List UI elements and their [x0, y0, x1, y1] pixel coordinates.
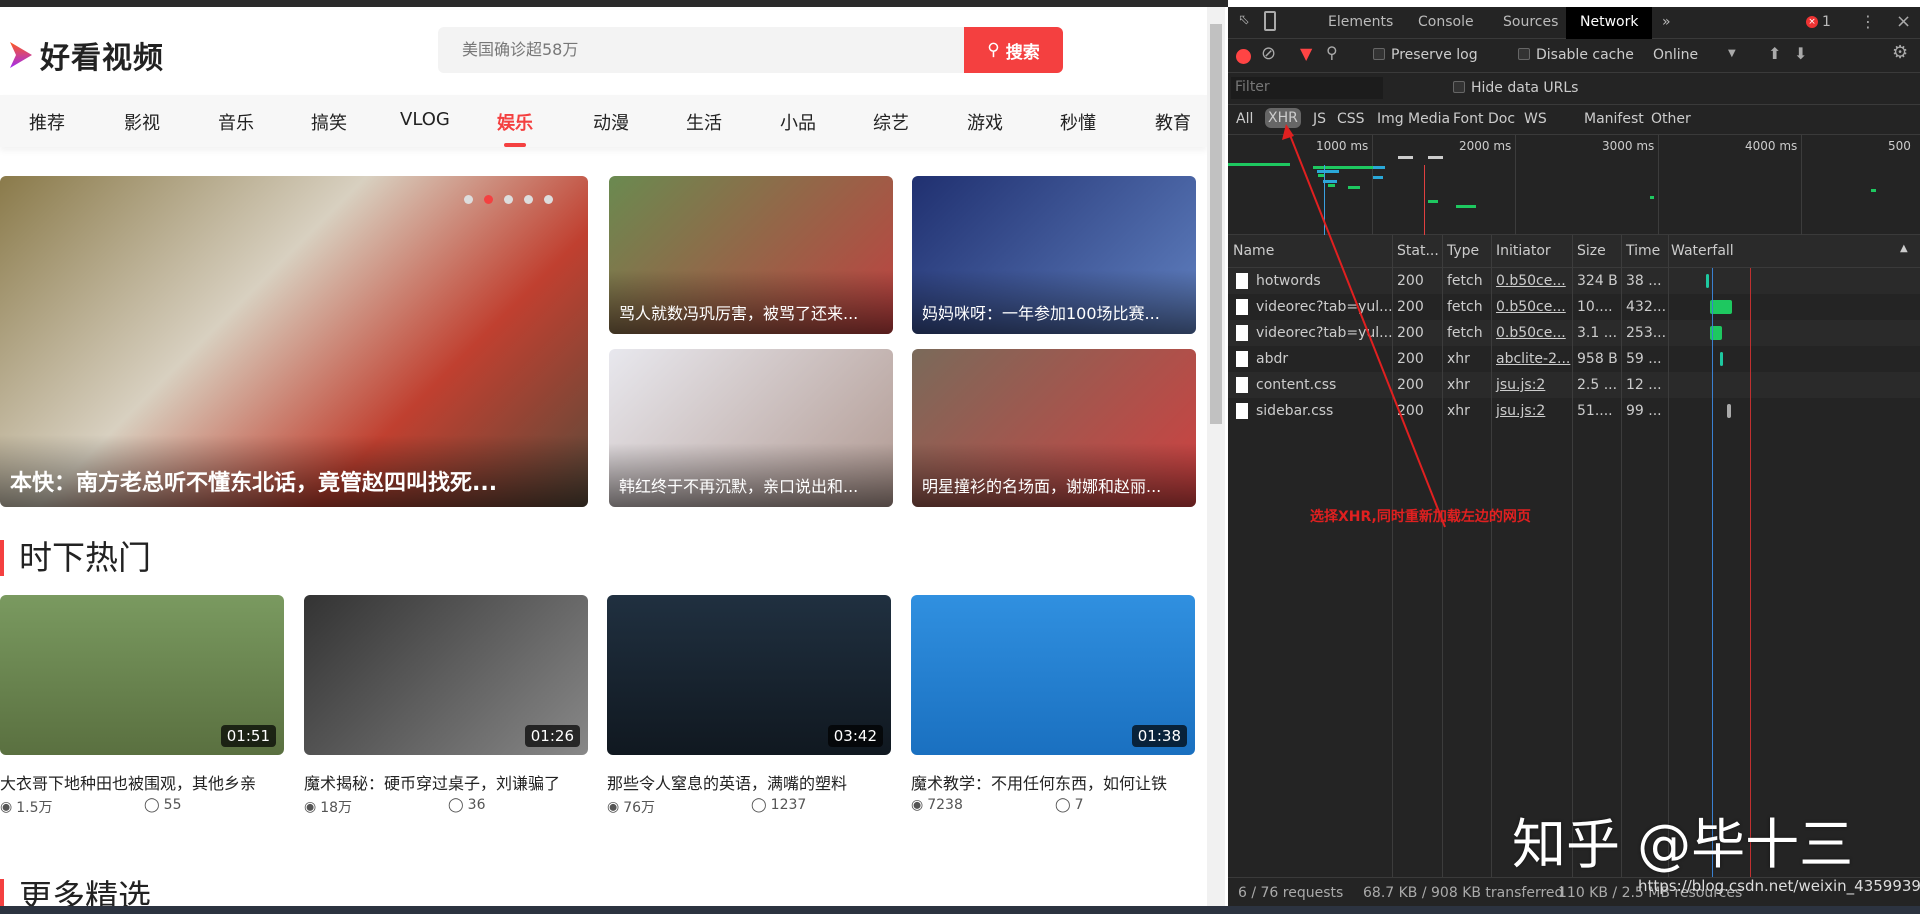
url-overlay: https://blog.csdn.net/weixin_43599390 [1638, 877, 1920, 895]
taskbar [0, 906, 1920, 914]
annotation-arrow [1282, 124, 1446, 528]
annotation-text: 选择XHR,同时重新加载左边的网页 [1310, 509, 1531, 525]
watermark: 知乎 @毕十三 [1512, 813, 1854, 876]
